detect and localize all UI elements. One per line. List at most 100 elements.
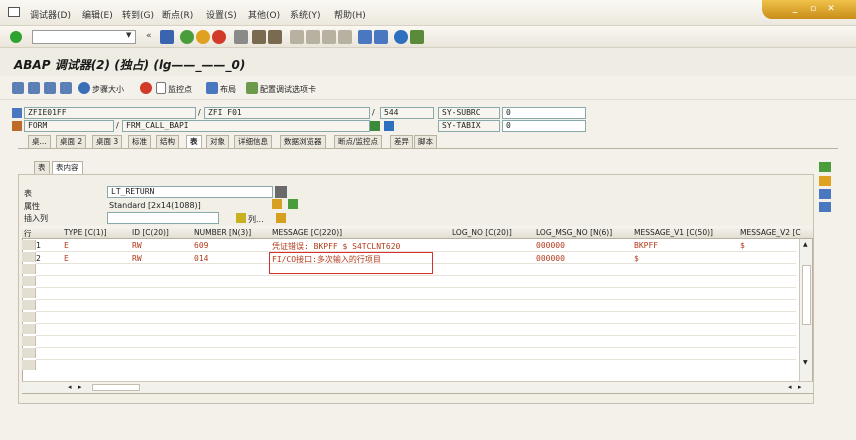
row-selector[interactable] xyxy=(22,348,36,358)
menu-help[interactable]: 帮助(H) xyxy=(334,8,366,21)
navigate-icon[interactable] xyxy=(288,199,298,209)
command-field[interactable] xyxy=(32,30,136,44)
swap-icon[interactable] xyxy=(819,189,831,199)
table-icon[interactable] xyxy=(275,186,287,198)
scroll-right-icon[interactable]: ▸ xyxy=(78,383,82,391)
row-selector[interactable] xyxy=(22,312,36,322)
previous-page-icon[interactable] xyxy=(306,30,320,44)
shortcut-icon[interactable] xyxy=(374,30,388,44)
tab-structure[interactable]: 结构 xyxy=(156,135,179,148)
tab-standard[interactable]: 标准 xyxy=(128,135,151,148)
stop-icon[interactable] xyxy=(140,82,152,94)
step-size-button[interactable]: 步骤大小 xyxy=(92,84,124,95)
create-session-icon[interactable] xyxy=(358,30,372,44)
menu-breakpoints[interactable]: 断点(R) xyxy=(162,8,193,21)
menu-system[interactable]: 系统(Y) xyxy=(290,8,321,21)
table-cell-log-msg-no[interactable]: 000000 xyxy=(536,241,565,250)
tab-breakpoints[interactable]: 断点/监控点 xyxy=(334,135,383,148)
cancel-icon[interactable] xyxy=(212,30,226,44)
minimize-icon[interactable]: _ xyxy=(788,3,802,15)
scroll-far-right-icon[interactable]: ▸ xyxy=(798,383,802,391)
horizontal-scroll-thumb[interactable] xyxy=(92,384,140,391)
grid-header-type[interactable]: TYPE [C(1)] xyxy=(64,228,107,237)
save-source-icon[interactable] xyxy=(370,121,380,131)
scroll-down-icon[interactable]: ▼ xyxy=(803,359,808,366)
first-page-icon[interactable] xyxy=(290,30,304,44)
help-icon[interactable] xyxy=(394,30,408,44)
exit-icon[interactable] xyxy=(196,30,210,44)
row-selector[interactable] xyxy=(22,324,36,334)
step-over-icon[interactable] xyxy=(28,82,40,94)
grid-header-log-no[interactable]: LOG_NO [C(20)] xyxy=(452,228,512,237)
table-cell-log-msg-no[interactable]: 000000 xyxy=(536,254,565,263)
system-menu-icon[interactable] xyxy=(8,7,20,17)
find-next-icon[interactable] xyxy=(268,30,282,44)
tab-desktop-3[interactable]: 桌面 3 xyxy=(92,135,123,148)
find-icon[interactable] xyxy=(252,30,266,44)
tab-objects[interactable]: 对象 xyxy=(206,135,229,148)
watchpoint-button[interactable]: 监控点 xyxy=(168,84,192,95)
table-cell-message[interactable]: 凭证错误: BKPFF $ S4TCLNT620 xyxy=(272,241,400,252)
row-selector[interactable] xyxy=(22,240,36,250)
row-selector[interactable] xyxy=(22,252,36,262)
grid-header-message-v2[interactable]: MESSAGE_V2 [C xyxy=(740,228,801,237)
scroll-up-icon[interactable]: ▲ xyxy=(803,241,808,248)
last-page-icon[interactable] xyxy=(338,30,352,44)
filter-icon[interactable] xyxy=(276,213,286,223)
row-selector[interactable] xyxy=(22,360,36,370)
return-icon[interactable] xyxy=(44,82,56,94)
table-cell-message-v1[interactable]: $ xyxy=(634,254,639,263)
row-selector[interactable] xyxy=(22,276,36,286)
vertical-scroll-thumb[interactable] xyxy=(802,265,811,325)
tab-data-explorer[interactable]: 数据浏览器 xyxy=(280,135,326,148)
row-selector[interactable] xyxy=(22,264,36,274)
open-new-icon[interactable] xyxy=(819,176,831,186)
back-icon[interactable] xyxy=(180,30,194,44)
row-selector[interactable] xyxy=(22,336,36,346)
tab-desktop-2[interactable]: 桌面 2 xyxy=(56,135,87,148)
sysvar-1-value-field[interactable]: 0 xyxy=(502,107,586,119)
edit-icon[interactable] xyxy=(272,199,282,209)
grid-header-message-v1[interactable]: MESSAGE_V1 [C(50)] xyxy=(634,228,713,237)
scroll-left-icon[interactable]: ◂ xyxy=(68,383,72,391)
grid-header-log-msg-no[interactable]: LOG_MSG_NO [N(6)] xyxy=(536,228,612,237)
subtab-table-content[interactable]: 表内容 xyxy=(52,161,83,174)
layout-button[interactable]: 布局 xyxy=(220,84,236,95)
services-icon[interactable] xyxy=(819,202,831,212)
table-cell-id[interactable]: RW xyxy=(132,241,142,250)
tab-desktop-1[interactable]: 桌... xyxy=(28,135,51,148)
info-icon[interactable] xyxy=(384,121,394,131)
grid-header-message[interactable]: MESSAGE [C(220)] xyxy=(272,228,342,237)
table-cell-type[interactable]: E xyxy=(64,254,69,263)
vertical-scrollbar[interactable]: ▲ ▼ xyxy=(799,239,812,381)
continue-icon[interactable] xyxy=(60,82,72,94)
save-icon[interactable] xyxy=(160,30,174,44)
tab-table[interactable]: 表 xyxy=(186,135,202,148)
enter-icon[interactable] xyxy=(10,31,22,43)
sysvar-1-name-field[interactable]: SY-SUBRC xyxy=(438,107,500,119)
table-cell-message-v1[interactable]: BKPFF xyxy=(634,241,658,250)
grid-header-id[interactable]: ID [C(20)] xyxy=(132,228,169,237)
next-page-icon[interactable] xyxy=(322,30,336,44)
table-cell-type[interactable]: E xyxy=(64,241,69,250)
table-cell-id[interactable]: RW xyxy=(132,254,142,263)
table-cell-number[interactable]: 609 xyxy=(194,241,208,250)
menu-settings[interactable]: 设置(S) xyxy=(206,8,237,21)
sysvar-2-value-field[interactable]: 0 xyxy=(502,120,586,132)
table-name-input[interactable]: LT_RETURN xyxy=(107,186,273,198)
layout-menu-icon[interactable] xyxy=(410,30,424,44)
restore-icon[interactable]: ▫ xyxy=(806,3,820,15)
tab-script[interactable]: 脚本 xyxy=(414,135,437,148)
scroll-far-left-icon[interactable]: ◂ xyxy=(788,383,792,391)
row-selector[interactable] xyxy=(22,288,36,298)
subtab-table[interactable]: 表 xyxy=(34,161,50,174)
menu-goto[interactable]: 转到(G) xyxy=(122,8,154,21)
arrow-left-icon[interactable] xyxy=(819,162,831,172)
menu-other[interactable]: 其他(O) xyxy=(248,8,280,21)
grid-header-row[interactable]: 行 xyxy=(24,228,32,239)
row-selector[interactable] xyxy=(22,300,36,310)
tab-details[interactable]: 详细信息 xyxy=(234,135,272,148)
tab-diff[interactable]: 差异 xyxy=(390,135,413,148)
close-icon[interactable]: ✕ xyxy=(824,3,838,15)
columns-button[interactable]: 列... xyxy=(248,214,264,225)
